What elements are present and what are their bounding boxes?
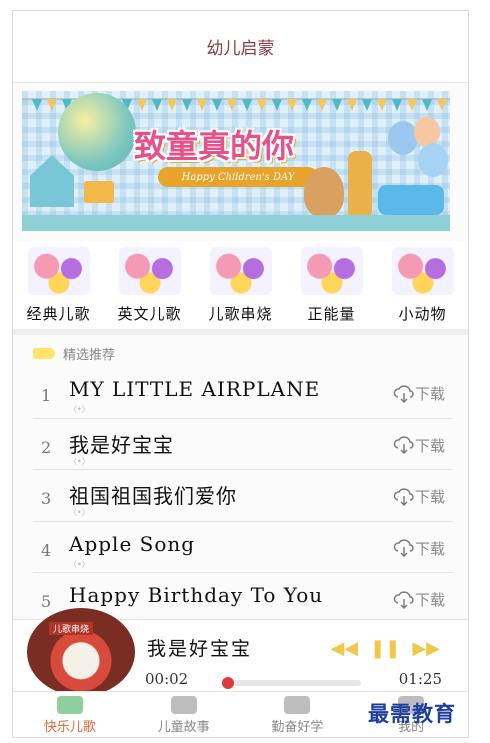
cloud-download-icon (393, 384, 414, 403)
banner-ribbon: Happy Children's DAY (158, 167, 318, 187)
watermark: 最需教育 (368, 701, 456, 726)
tab-label: 儿童故事 (157, 720, 210, 735)
progress-bar[interactable] (221, 677, 361, 689)
song-title: Apple Song (69, 531, 196, 556)
now-playing-title: 我是好宝宝 (147, 638, 253, 660)
recommended-header: 精选推荐 (33, 341, 115, 365)
song-row[interactable]: 2 我是好宝宝 〈•〉 下载 (33, 419, 453, 471)
cloud-download-icon (393, 488, 414, 506)
category-label: 正能量 (307, 305, 356, 323)
category-thumbnail-icon (300, 247, 363, 295)
song-meta: 〈•〉 (69, 405, 90, 414)
category-positive-energy[interactable]: 正能量 (288, 241, 376, 329)
book-icon (170, 696, 197, 714)
app-screen: 幼儿启蒙 致童真的你 Happy Children's DAY 经典儿歌 英文儿… (12, 10, 469, 738)
study-icon (284, 696, 311, 714)
album-label: 儿歌串烧 (49, 622, 94, 635)
category-english-songs[interactable]: 英文儿歌 (106, 241, 194, 329)
hot-air-balloon-illustration (58, 93, 136, 171)
tab-study[interactable]: 勤奋好学 (241, 692, 355, 737)
tab-happy-songs[interactable]: 快乐儿歌 (13, 692, 127, 737)
download-button[interactable]: 下载 (393, 538, 445, 559)
app-header: 幼儿启蒙 (13, 11, 468, 83)
category-label: 英文儿歌 (117, 305, 182, 323)
song-number: 3 (41, 489, 52, 509)
download-label: 下载 (414, 385, 445, 403)
banner-ribbon-text: Happy Children's DAY (181, 171, 295, 183)
current-time: 00:02 (145, 670, 189, 688)
download-button[interactable]: 下载 (393, 486, 445, 507)
category-thumbnail-icon (118, 247, 181, 295)
previous-icon[interactable]: ◀◀ (330, 638, 358, 659)
category-row: 经典儿歌 英文儿歌 儿歌串烧 正能量 小动物 (13, 241, 468, 335)
cloud-download-icon (393, 591, 414, 609)
song-meta: 〈•〉 (69, 508, 90, 518)
category-song-medley[interactable]: 儿歌串烧 (197, 241, 285, 329)
tab-label: 勤奋好学 (271, 720, 324, 735)
cloud-download-icon (393, 539, 414, 558)
category-classic-songs[interactable]: 经典儿歌 (15, 241, 103, 329)
progress-handle[interactable] (221, 677, 234, 689)
download-button[interactable]: 下载 (393, 383, 445, 404)
teddy-bear-illustration (304, 167, 344, 217)
category-label: 经典儿歌 (26, 305, 91, 323)
category-thumbnail-icon (391, 247, 454, 295)
balloon-basket-illustration (84, 181, 114, 203)
song-number: 4 (41, 540, 52, 560)
download-label: 下载 (414, 436, 445, 455)
toy-car-illustration (378, 185, 444, 215)
playback-controls: ◀◀ ❚❚ ▶▶ (330, 638, 440, 659)
mini-player: 儿歌串烧 我是好宝宝 ◀◀ ❚❚ ▶▶ 00:02 01:25 (13, 608, 468, 696)
tab-children-stories[interactable]: 儿童故事 (127, 692, 241, 737)
balloon-illustration (418, 143, 448, 177)
category-label: 小动物 (398, 305, 447, 323)
song-meta: 〈•〉 (69, 456, 90, 466)
recommended-title: 精选推荐 (63, 347, 116, 363)
page-title: 幼儿启蒙 (206, 39, 275, 59)
category-little-animals[interactable]: 小动物 (379, 241, 467, 329)
banner[interactable]: 致童真的你 Happy Children's DAY (22, 91, 450, 231)
tab-label: 快乐儿歌 (43, 720, 96, 735)
song-row[interactable]: 1 MY LITTLE AIRPLANE 〈•〉 下载 (33, 367, 453, 419)
giraffe-illustration (348, 151, 372, 219)
banner-ground (22, 215, 450, 231)
total-time: 01:25 (398, 670, 442, 688)
download-button[interactable]: 下载 (393, 589, 445, 610)
download-button[interactable]: 下载 (393, 435, 445, 456)
banner-headline: 致童真的你 (134, 127, 295, 165)
carousel-tent-illustration (30, 155, 74, 207)
next-icon[interactable]: ▶▶ (412, 638, 440, 659)
category-label: 儿歌串烧 (208, 305, 273, 323)
download-label: 下载 (414, 539, 445, 558)
download-label: 下载 (414, 488, 445, 507)
cloud-download-icon (393, 436, 414, 455)
song-meta: 〈•〉 (69, 559, 90, 569)
song-title: MY LITTLE AIRPLANE (69, 377, 321, 401)
song-list: 1 MY LITTLE AIRPLANE 〈•〉 下载 2 我是好宝宝 〈•〉 … (33, 367, 453, 625)
music-icon (56, 696, 83, 714)
album-art[interactable]: 儿歌串烧 (27, 608, 135, 696)
song-number: 5 (41, 592, 52, 612)
song-title: 祖国祖国我们爱你 (69, 484, 237, 509)
download-label: 下载 (414, 591, 445, 610)
song-row[interactable]: 3 祖国祖国我们爱你 〈•〉 下载 (33, 470, 453, 522)
category-thumbnail-icon (27, 247, 90, 295)
song-title: Happy Birthday To You (69, 583, 324, 608)
song-number: 1 (41, 386, 52, 405)
balloon-illustration (388, 121, 418, 155)
song-number: 2 (41, 437, 52, 457)
song-row[interactable]: 4 Apple Song 〈•〉 下载 (33, 522, 453, 574)
tag-icon (33, 347, 55, 359)
category-thumbnail-icon (209, 247, 272, 295)
song-title: 我是好宝宝 (69, 432, 174, 457)
pause-icon[interactable]: ❚❚ (370, 638, 400, 659)
